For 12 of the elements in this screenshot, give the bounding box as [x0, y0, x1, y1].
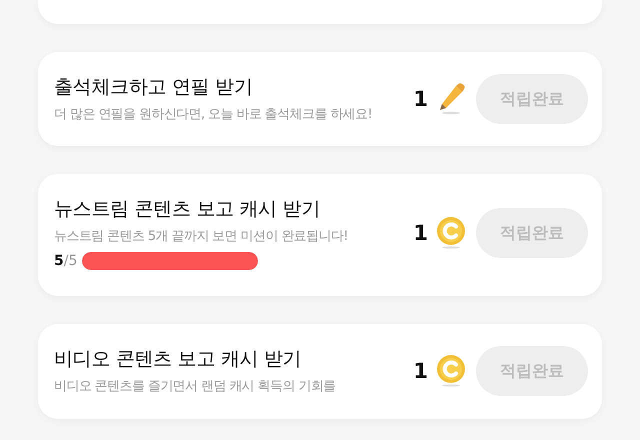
coin-icon: [436, 217, 466, 250]
mission-description: 비디오 콘텐츠를 즐기면서 랜덤 캐시 획득의 기회를: [54, 378, 337, 396]
reward-amount: 1: [413, 359, 428, 384]
coin-icon: [436, 355, 466, 388]
mission-description: 더 많은 연필을 원하신다면, 오늘 바로 출석체크를 하세요!: [54, 106, 374, 124]
mission-title: 뉴스트림 콘텐츠 보고 캐시 받기: [54, 197, 322, 222]
progress-count: 5/5: [54, 253, 78, 270]
mission-description: 뉴스트림 콘텐츠 5개 끝까지 보면 미션이 완료됩니다!: [54, 228, 349, 246]
mission-title: 비디오 콘텐츠 보고 캐시 받기: [54, 347, 302, 372]
mission-title: 출석체크하고 연필 받기: [54, 75, 254, 100]
reward-amount: 1: [413, 221, 428, 246]
reward-amount: 1: [413, 87, 428, 112]
